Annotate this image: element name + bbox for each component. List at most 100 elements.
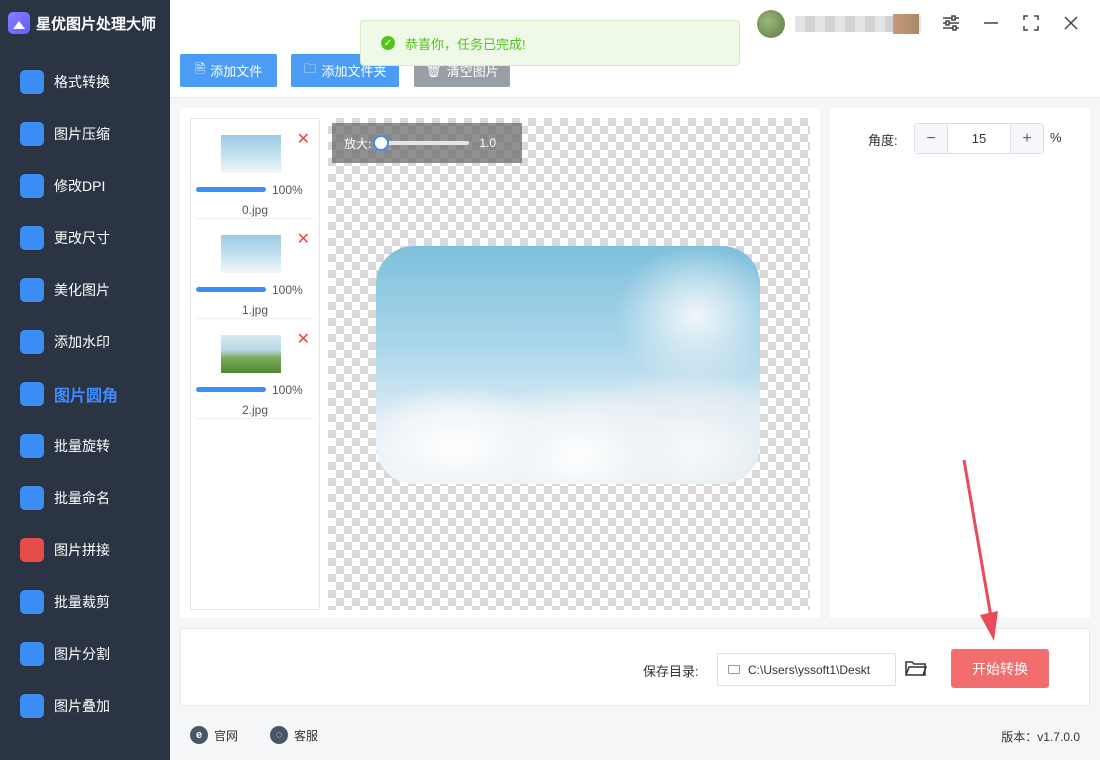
sidebar-item-5[interactable]: 添加水印: [0, 316, 170, 368]
sidebar-item-3[interactable]: 更改尺寸: [0, 212, 170, 264]
sidebar-item-label: 批量旋转: [54, 438, 110, 454]
main-area: ✓ 恭喜你，任务已完成! 🗎 添加文件 🗀 添加文件夹 🗑 清空图片 ✕ 100…: [170, 0, 1100, 760]
sidebar-item-6[interactable]: 图片圆角: [0, 368, 170, 420]
support-label: 客服: [294, 728, 319, 743]
split-icon: [20, 642, 44, 666]
official-site-link[interactable]: e 官网: [190, 726, 238, 744]
compress-icon: [20, 122, 44, 146]
chat-bubble-icon: ◌: [270, 726, 288, 744]
browse-folder-icon[interactable]: [905, 659, 928, 677]
progress-bar: [196, 287, 266, 292]
settings-sliders-icon[interactable]: [938, 10, 964, 36]
sidebar-item-label: 批量裁剪: [54, 594, 110, 610]
progress-percent: 100%: [272, 183, 303, 197]
file-name: 0.jpg: [241, 203, 269, 217]
angle-label: 角度:: [868, 133, 898, 148]
zoom-label: 放大:: [344, 136, 372, 151]
sidebar-item-9[interactable]: 图片拼接: [0, 524, 170, 576]
app-logo-icon: [8, 12, 30, 34]
add-file-label: 添加文件: [210, 64, 263, 79]
progress-percent: 100%: [272, 383, 303, 397]
annotation-arrow-icon: [962, 459, 998, 641]
file-name: 2.jpg: [241, 403, 269, 417]
start-convert-button[interactable]: 开始转换: [951, 649, 1049, 688]
sidebar-item-label: 图片叠加: [54, 698, 110, 714]
layers-icon: [20, 694, 44, 718]
increment-button[interactable]: +: [1011, 124, 1043, 153]
zoom-control: 放大: 1.0: [332, 123, 522, 163]
watermark-icon: [20, 330, 44, 354]
sidebar-item-1[interactable]: 图片压缩: [0, 108, 170, 160]
app-title: 星优图片处理大师: [36, 15, 157, 33]
delete-icon[interactable]: ✕: [297, 229, 310, 249]
sidebar-item-8[interactable]: 批量命名: [0, 472, 170, 524]
sidebar-item-7[interactable]: 批量旋转: [0, 420, 170, 472]
zoom-value: 1.0: [479, 136, 497, 150]
sidebar-item-0[interactable]: 格式转换: [0, 56, 170, 108]
sidebar-item-label: 更改尺寸: [54, 230, 110, 246]
angle-unit: %: [1050, 130, 1062, 145]
rotate-icon: [20, 434, 44, 458]
app-brand: 星优图片处理大师: [0, 0, 170, 46]
sidebar: 星优图片处理大师 格式转换图片压缩修改DPI 更改尺寸美化图片添加水印图片圆角批量…: [0, 0, 170, 760]
maximize-icon[interactable]: [1018, 10, 1044, 36]
browser-e-icon: e: [190, 726, 208, 744]
file-list-item[interactable]: ✕ 100% 1.jpg: [196, 219, 314, 319]
folder-icon: 🗀: [303, 60, 317, 76]
minimize-icon[interactable]: [978, 10, 1004, 36]
delete-icon[interactable]: ✕: [297, 129, 310, 149]
puzzle-icon: [20, 538, 44, 562]
sidebar-item-label: 图片分割: [54, 646, 110, 662]
sidebar-item-10[interactable]: 批量裁剪: [0, 576, 170, 628]
crop-icon: [20, 590, 44, 614]
save-path-value: C:\Users\yssoft1\Deskt: [748, 662, 871, 677]
save-path-field[interactable]: C:\Users\yssoft1\Deskt: [717, 653, 896, 686]
file-list-item[interactable]: ✕ 100% 2.jpg: [196, 319, 314, 419]
dpi-icon: [20, 174, 44, 198]
file-name: 1.jpg: [241, 303, 269, 317]
file-thumbnail: [221, 135, 281, 173]
support-link[interactable]: ◌ 客服: [270, 726, 318, 744]
sidebar-item-11[interactable]: 图片分割: [0, 628, 170, 680]
file-thumbnail: [221, 235, 281, 273]
beautify-icon: [20, 278, 44, 302]
delete-icon[interactable]: ✕: [297, 329, 310, 349]
progress-bar: [196, 387, 266, 392]
sidebar-item-2[interactable]: 修改DPI: [0, 160, 170, 212]
image-panel: ✕ 100% 0.jpg ✕ 100% 1.jpg ✕ 100% 2.jpg 放大: 1.0: [180, 108, 820, 618]
close-icon[interactable]: [1058, 10, 1084, 36]
version-text: 版本：v1.7.0.0: [1001, 730, 1080, 744]
sidebar-item-label: 格式转换: [54, 74, 110, 90]
preview-image: [376, 246, 760, 484]
sidebar-item-label: 图片压缩: [54, 126, 110, 142]
sidebar-item-label: 添加水印: [54, 334, 110, 350]
check-circle-icon: ✓: [381, 36, 395, 50]
toast-message: 恭喜你，任务已完成!: [405, 36, 526, 52]
add-file-button[interactable]: 🗎 添加文件: [180, 54, 277, 87]
sidebar-item-12[interactable]: 图片叠加: [0, 680, 170, 732]
file-list-item[interactable]: ✕ 100% 0.jpg: [196, 119, 314, 219]
sidebar-item-4[interactable]: 美化图片: [0, 264, 170, 316]
footer: e 官网 ◌ 客服 版本：v1.7.0.0: [170, 710, 1100, 760]
sidebar-item-label: 批量命名: [54, 490, 110, 506]
sidebar-item-label: 图片拼接: [54, 542, 110, 558]
progress-percent: 100%: [272, 283, 303, 297]
decrement-button[interactable]: −: [915, 124, 947, 153]
sidebar-item-label: 修改DPI: [54, 178, 106, 194]
zoom-slider-handle[interactable]: [373, 135, 390, 151]
sidebar-item-label: 图片圆角: [54, 388, 119, 405]
preview-canvas: 放大: 1.0: [328, 118, 810, 610]
resize-icon: [20, 226, 44, 250]
folder-outline-icon: [728, 665, 740, 674]
save-dir-label: 保存目录:: [643, 664, 699, 679]
file-thumbnail: [221, 335, 281, 373]
file-list: ✕ 100% 0.jpg ✕ 100% 1.jpg ✕ 100% 2.jpg: [190, 118, 320, 610]
zoom-slider[interactable]: [373, 135, 470, 151]
avatar[interactable]: [757, 10, 785, 38]
angle-stepper: − 15 +: [914, 123, 1044, 154]
round-corner-icon: [20, 382, 44, 406]
progress-bar: [196, 187, 266, 192]
angle-input[interactable]: 15: [947, 124, 1011, 153]
user-badge-blurred: [893, 14, 919, 34]
success-toast: ✓ 恭喜你，任务已完成!: [360, 20, 740, 66]
